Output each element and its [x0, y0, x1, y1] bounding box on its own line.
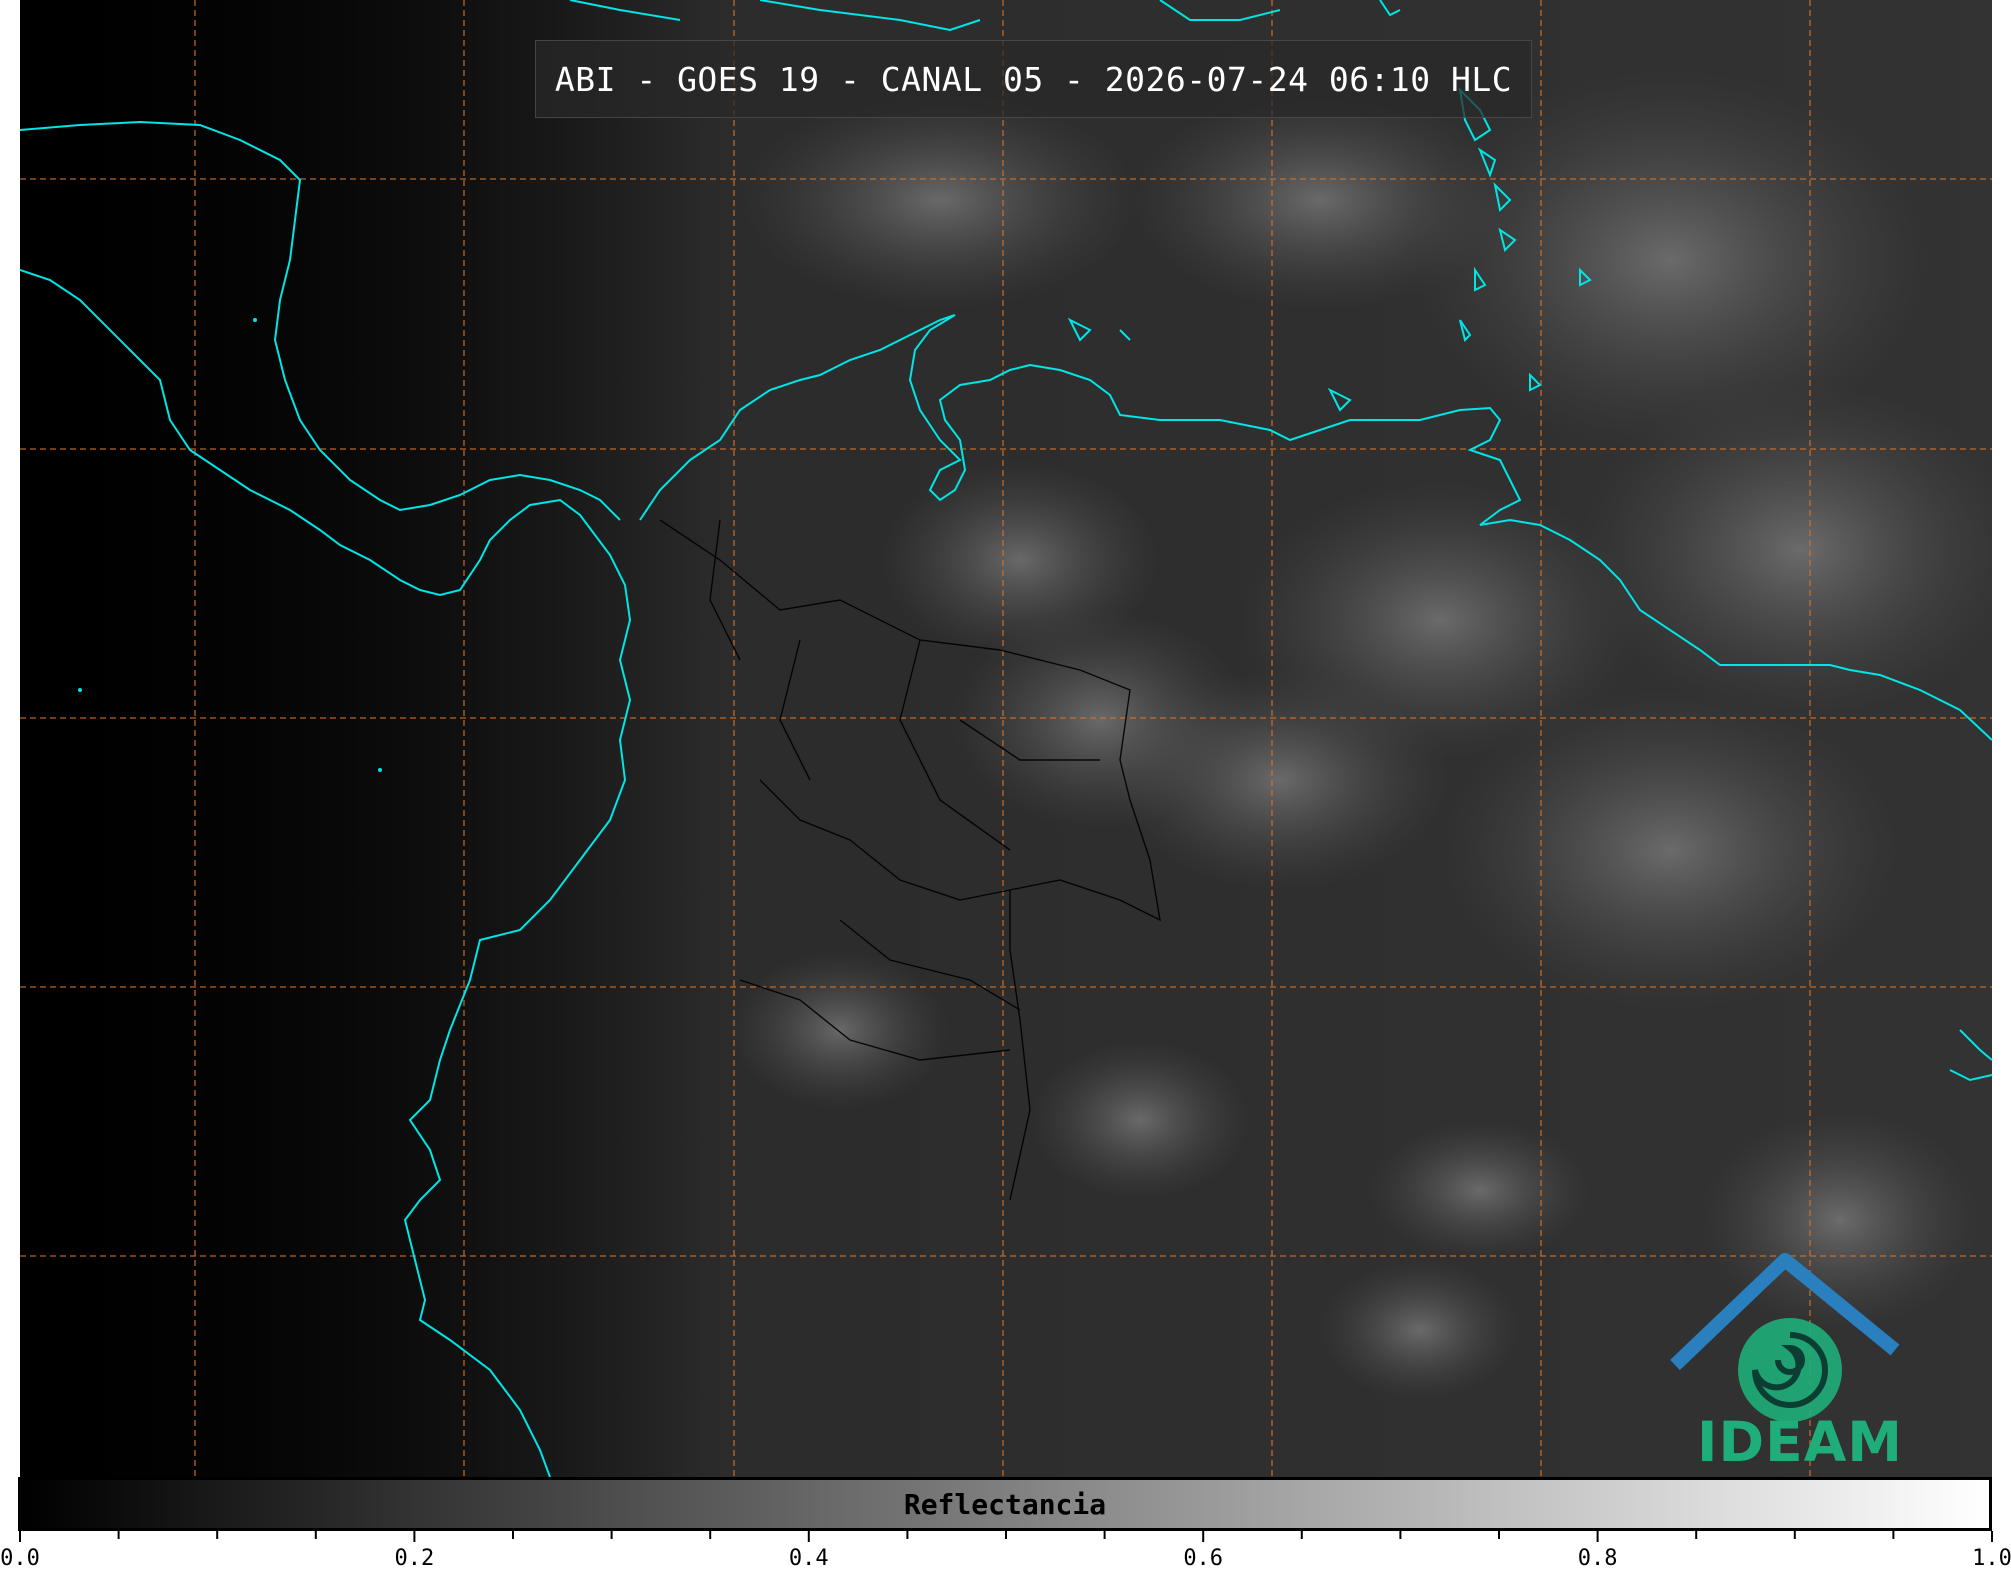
tick-labels: 0.0 0.2 0.4 0.6 0.8 1.0: [0, 1546, 2011, 1571]
colorbar: Reflectancia: [18, 1477, 1992, 1531]
colorbar-label: Reflectancia: [903, 1487, 1107, 1521]
title-box: ABI - GOES 19 - CANAL 05 - 2026-07-24 06…: [535, 40, 1532, 118]
logo-text: IDEAM: [1697, 1410, 1903, 1474]
colorbar-tick-label: 0.0: [0, 1546, 40, 1571]
colorbar-tick-label: 1.0: [1972, 1546, 2011, 1571]
colorbar-tick-label: 0.2: [395, 1546, 435, 1571]
map-title: ABI - GOES 19 - CANAL 05 - 2026-07-24 06…: [554, 59, 1513, 99]
colorbar-ticks: 0.0 0.2 0.4 0.6 0.8 1.0: [0, 1531, 2011, 1571]
satellite-map: ABI - GOES 19 - CANAL 05 - 2026-07-24 06…: [20, 0, 1992, 1477]
colorbar-tick-label: 0.4: [789, 1546, 829, 1571]
colorbar-tick-label: 0.8: [1578, 1546, 1618, 1571]
colorbar-tick-label: 0.6: [1183, 1546, 1223, 1571]
tick-lines: [19, 1531, 1993, 1542]
